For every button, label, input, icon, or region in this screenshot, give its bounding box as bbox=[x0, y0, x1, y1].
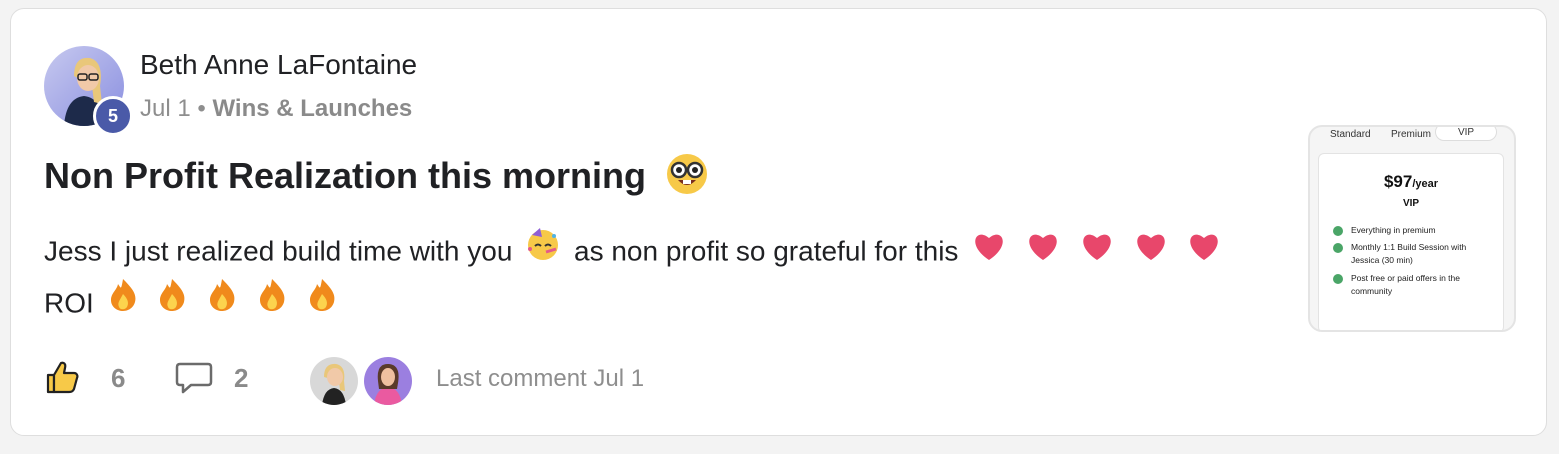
post-title-text: Non Profit Realization this morning bbox=[44, 155, 646, 197]
fire-icon bbox=[257, 278, 287, 328]
fire-icon bbox=[207, 278, 237, 328]
nerd-face-icon bbox=[666, 153, 708, 204]
plan-feature: Everything in premium bbox=[1351, 225, 1436, 235]
thumbs-up-icon[interactable] bbox=[44, 359, 80, 400]
heart-icon bbox=[1080, 227, 1114, 277]
author-name[interactable]: Beth Anne LaFontaine bbox=[140, 49, 417, 81]
body-text-3: ROI bbox=[44, 287, 94, 319]
heart-icon bbox=[972, 227, 1006, 277]
body-text-2: as non profit so grateful for this bbox=[574, 235, 959, 267]
last-comment-text: Last comment Jul 1 bbox=[436, 365, 645, 392]
check-icon bbox=[1333, 226, 1343, 236]
like-count: 6 bbox=[111, 363, 126, 393]
tab-vip: VIP bbox=[1435, 127, 1497, 141]
post-body[interactable]: Jess I just realized build time with you… bbox=[44, 225, 1284, 328]
post-actions: 6 2 Last comment Jul 1 bbox=[44, 355, 744, 407]
attachment-thumbnail[interactable]: Standard Premium VIP $97/year VIP Everyt… bbox=[1308, 125, 1516, 332]
tab-premium: Premium bbox=[1391, 129, 1432, 140]
heart-icon bbox=[1187, 227, 1221, 277]
level-badge: 5 bbox=[93, 96, 133, 136]
plan-name: VIP bbox=[1402, 198, 1420, 209]
commenter-avatar[interactable] bbox=[308, 355, 360, 407]
tab-standard: Standard bbox=[1330, 129, 1371, 140]
pricing-tabs: Standard Premium VIP bbox=[1310, 127, 1514, 145]
comment-count: 2 bbox=[234, 363, 249, 393]
heart-icon bbox=[1134, 227, 1168, 277]
post-date: Jul 1 bbox=[140, 95, 191, 122]
price-period: /year bbox=[1412, 178, 1439, 190]
fire-icon bbox=[307, 278, 337, 328]
meta-separator: • bbox=[197, 95, 206, 122]
price-value: $97 bbox=[1383, 172, 1413, 191]
plan-price: $97/year bbox=[1319, 172, 1503, 192]
speech-bubble-icon[interactable] bbox=[175, 361, 213, 400]
post-title[interactable]: Non Profit Realization this morning bbox=[44, 153, 708, 204]
pricing-plan-card: $97/year VIP Everything in premium Month… bbox=[1318, 153, 1504, 330]
post-category[interactable]: Wins & Launches bbox=[212, 95, 412, 122]
check-icon bbox=[1333, 274, 1343, 284]
fire-icon bbox=[157, 278, 187, 328]
plan-feature: Post free or paid offers in the communit… bbox=[1351, 273, 1460, 296]
partying-face-icon bbox=[526, 227, 560, 277]
plan-feature: Monthly 1:1 Build Session with Jessica (… bbox=[1351, 242, 1467, 265]
check-icon bbox=[1333, 243, 1343, 253]
body-text-1: Jess I just realized build time with you bbox=[44, 235, 513, 267]
heart-icon bbox=[1026, 227, 1060, 277]
commenter-avatar[interactable] bbox=[362, 355, 414, 407]
fire-icon bbox=[108, 278, 138, 328]
post-meta: Jul 1 • Wins & Launches bbox=[140, 95, 412, 123]
post-card[interactable]: 5 Beth Anne LaFontaine Jul 1 • Wins & La… bbox=[10, 8, 1547, 436]
